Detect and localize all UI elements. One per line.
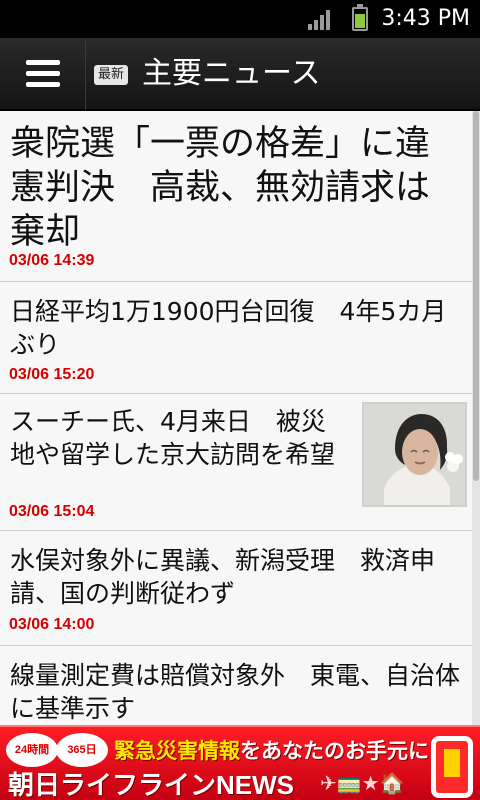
ad-banner[interactable]: 24時間 365日 緊急災害情報をあなたのお手元に 朝日ライフラインNEWS ✈… xyxy=(0,725,480,800)
signal-strength-icon xyxy=(308,10,332,30)
news-list[interactable]: 衆院選「一票の格差」に違憲判決 高裁、無効請求は棄却 03/06 14:39 日… xyxy=(0,111,480,725)
ad-headline: 緊急災害情報をあなたのお手元に xyxy=(114,735,429,765)
news-timestamp: 03/06 14:39 xyxy=(9,252,95,269)
battery-icon xyxy=(352,4,368,31)
ad-headline-rest: をあなたのお手元に xyxy=(240,739,429,763)
news-timestamp: 03/06 15:04 xyxy=(9,503,95,520)
hamburger-icon xyxy=(26,60,60,65)
latest-badge: 最新 xyxy=(94,65,129,85)
phone-icon xyxy=(431,736,473,798)
news-item[interactable]: 水俣対象外に異議、新潟受理 救済申請、国の判断従わず 03/06 14:00 xyxy=(0,531,472,646)
news-timestamp: 03/06 14:00 xyxy=(9,616,95,633)
clock: 3:43 PM xyxy=(381,6,470,31)
status-bar: 3:43 PM xyxy=(0,0,480,38)
news-thumbnail-image[interactable] xyxy=(362,402,467,507)
news-title: 衆院選「一票の格差」に違憲判決 高裁、無効請求は棄却 xyxy=(10,124,431,252)
scrollbar[interactable] xyxy=(472,111,480,725)
app-header: 最新 主要ニュース xyxy=(0,38,480,110)
scrollbar-thumb[interactable] xyxy=(473,111,479,481)
news-item[interactable]: 日経平均1万1900円台回復 4年5カ月ぶり 03/06 15:20 xyxy=(0,282,472,394)
news-item[interactable]: 衆院選「一票の格差」に違憲判決 高裁、無効請求は棄却 03/06 14:39 xyxy=(0,111,472,282)
news-title: 水俣対象外に異議、新潟受理 救済申請、国の判断従わず xyxy=(10,546,436,608)
news-timestamp: 03/06 15:20 xyxy=(9,366,95,383)
news-title: スーチー氏、4月来日 被災地や留学した京大訪問を希望 xyxy=(10,407,336,469)
ad-24h-badge: 24時間 xyxy=(6,733,58,767)
news-item[interactable]: 線量測定費は賠償対象外 東電、自治体に基準示す xyxy=(0,646,472,725)
news-title: 線量測定費は賠償対象外 東電、自治体に基準示す xyxy=(10,661,461,723)
news-item[interactable]: スーチー氏、4月来日 被災地や留学した京大訪問を希望 03/06 15:04 xyxy=(0,394,472,531)
ad-365-badge: 365日 xyxy=(56,733,108,767)
ad-brand: 朝日ライフラインNEWS xyxy=(8,770,295,800)
ad-service-icons: ✈🚃★🏠 xyxy=(320,771,405,795)
menu-button[interactable] xyxy=(0,38,86,110)
page-title: 主要ニュース xyxy=(142,56,321,91)
portrait-photo-icon xyxy=(364,404,465,505)
ad-headline-highlight: 緊急災害情報 xyxy=(114,739,240,763)
news-title: 日経平均1万1900円台回復 4年5カ月ぶり xyxy=(10,297,447,359)
